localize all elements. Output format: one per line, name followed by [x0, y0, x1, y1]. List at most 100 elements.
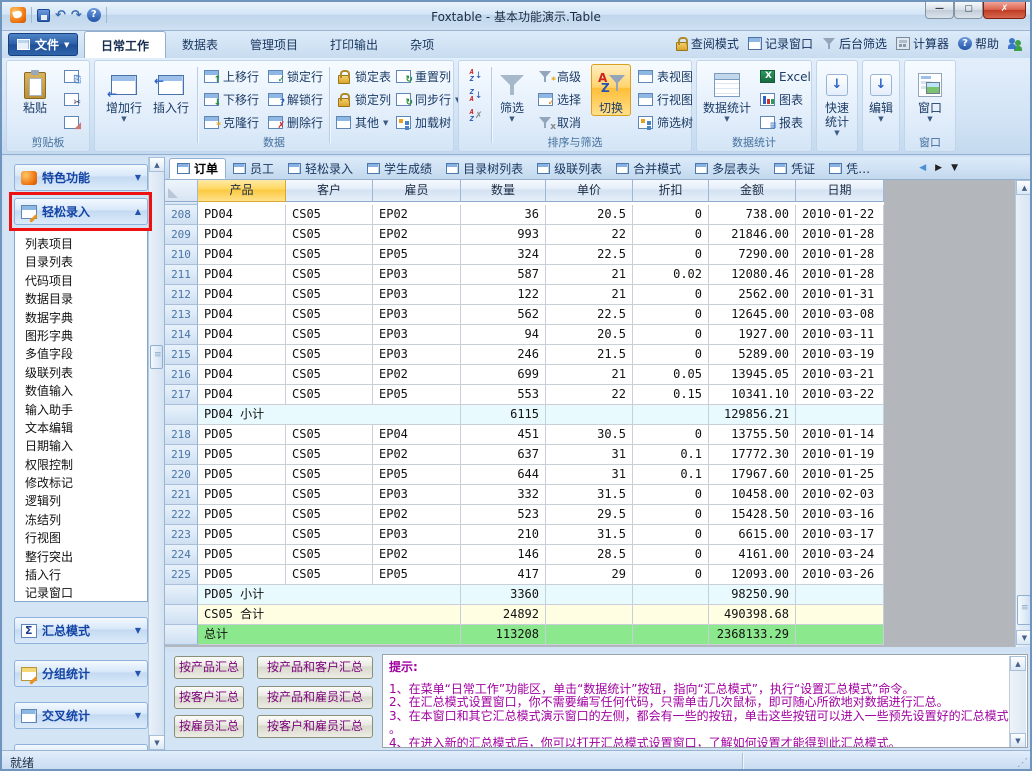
- sidebar-group-special-features[interactable]: 特色功能▼: [14, 164, 148, 191]
- summary-qty-cell[interactable]: 113208: [461, 625, 546, 645]
- row-number[interactable]: 223: [165, 525, 198, 545]
- table-cell[interactable]: 644: [461, 465, 546, 485]
- table-cell[interactable]: 0.02: [633, 265, 709, 285]
- edit-button[interactable]: 编辑▼: [865, 64, 897, 124]
- table-cell[interactable]: [546, 585, 633, 605]
- table-cell[interactable]: 210: [461, 525, 546, 545]
- table-tab[interactable]: 凭证: [767, 158, 822, 179]
- table-cell[interactable]: 587: [461, 265, 546, 285]
- sidebar-item[interactable]: 权限控制: [15, 456, 147, 474]
- table-cell[interactable]: 2010-03-21: [796, 365, 884, 385]
- table-cell[interactable]: PD05: [198, 545, 286, 565]
- summary-qty-cell[interactable]: 24892: [461, 605, 546, 625]
- table-cell[interactable]: CS05: [286, 285, 373, 305]
- sidebar-item[interactable]: 数值输入: [15, 382, 147, 400]
- table-cell[interactable]: 1927.00: [709, 325, 796, 345]
- ribbon-button[interactable]: ↻同步行▼: [393, 89, 463, 110]
- table-cell[interactable]: [546, 625, 633, 645]
- table-cell[interactable]: 21: [546, 265, 633, 285]
- minimize-button[interactable]: —: [925, 2, 954, 19]
- scroll-down-icon[interactable]: ▼: [1016, 630, 1032, 645]
- table-cell[interactable]: CS05: [286, 365, 373, 385]
- table-cell[interactable]: 0: [633, 505, 709, 525]
- sidebar-group-cross-stats[interactable]: 交叉统计▼: [14, 702, 148, 729]
- ribbon-button[interactable]: 行视图: [635, 89, 696, 110]
- table-cell[interactable]: 17772.30: [709, 445, 796, 465]
- column-header[interactable]: 日期: [796, 180, 884, 202]
- sidebar-item[interactable]: 行视图: [15, 529, 147, 547]
- row-number[interactable]: 224: [165, 545, 198, 565]
- summary-label-cell[interactable]: 总计: [198, 625, 461, 645]
- table-cell[interactable]: CS05: [286, 485, 373, 505]
- add-row-button[interactable]: 增加行▼: [101, 64, 147, 124]
- column-header[interactable]: 单价: [546, 180, 633, 202]
- people-icon[interactable]: [1008, 37, 1022, 50]
- column-header[interactable]: 产品: [198, 180, 286, 202]
- table-cell[interactable]: PD05: [198, 565, 286, 585]
- ribbon-button[interactable]: 加载树: [393, 112, 463, 133]
- table-cell[interactable]: CS05: [286, 545, 373, 565]
- column-header[interactable]: 客户: [286, 180, 373, 202]
- summary-button[interactable]: 按产品汇总: [174, 656, 244, 679]
- sidebar-item[interactable]: 日期输入: [15, 437, 147, 455]
- row-number[interactable]: 225: [165, 565, 198, 585]
- table-cell[interactable]: 2010-01-28: [796, 245, 884, 265]
- row-number[interactable]: 211: [165, 265, 198, 285]
- table-cell[interactable]: CS05: [286, 385, 373, 405]
- table-cell[interactable]: 21.5: [546, 345, 633, 365]
- sidebar-item[interactable]: 多值字段: [15, 345, 147, 363]
- table-cell[interactable]: 0.1: [633, 465, 709, 485]
- row-number[interactable]: 210: [165, 245, 198, 265]
- table-tab[interactable]: 订单: [169, 158, 226, 179]
- table-cell[interactable]: 2010-01-28: [796, 265, 884, 285]
- table-cell[interactable]: 2010-03-19: [796, 345, 884, 365]
- table-cell[interactable]: 31: [546, 465, 633, 485]
- sidebar-group-summary-mode[interactable]: 汇总模式▼: [14, 617, 148, 644]
- table-cell[interactable]: PD04: [198, 225, 286, 245]
- table-cell[interactable]: 738.00: [709, 205, 796, 225]
- toolbar-button[interactable]: 计算器: [896, 35, 949, 52]
- row-number[interactable]: [165, 625, 198, 645]
- summary-button[interactable]: 按客户和雇员汇总: [257, 715, 373, 738]
- paste-button[interactable]: 粘贴: [15, 64, 55, 116]
- summary-amount-cell[interactable]: 98250.90: [709, 585, 796, 605]
- scroll-up-icon[interactable]: ▲: [149, 157, 165, 172]
- table-cell[interactable]: [633, 405, 709, 425]
- summary-qty-cell[interactable]: 6115: [461, 405, 546, 425]
- tips-scrollbar[interactable]: ▲ ▼: [1009, 656, 1026, 748]
- table-cell[interactable]: 20.5: [546, 325, 633, 345]
- row-number[interactable]: 214: [165, 325, 198, 345]
- toolbar-button[interactable]: 记录窗口: [748, 35, 813, 52]
- table-tab[interactable]: 目录树列表: [439, 158, 530, 179]
- table-cell[interactable]: 993: [461, 225, 546, 245]
- table-cell[interactable]: 246: [461, 345, 546, 365]
- table-cell[interactable]: [546, 605, 633, 625]
- table-cell[interactable]: [796, 585, 884, 605]
- table-tab[interactable]: 多层表头: [688, 158, 767, 179]
- table-tab[interactable]: 级联列表: [530, 158, 609, 179]
- table-cell[interactable]: EP02: [373, 445, 461, 465]
- scroll-down-icon[interactable]: ▼: [149, 735, 165, 750]
- row-number[interactable]: [165, 605, 198, 625]
- table-cell[interactable]: PD04: [198, 265, 286, 285]
- sidebar-item[interactable]: 冻结列: [15, 511, 147, 529]
- table-cell[interactable]: PD04: [198, 285, 286, 305]
- grid-scrollbar[interactable]: ▲ ▼: [1015, 180, 1032, 647]
- table-cell[interactable]: 21: [546, 365, 633, 385]
- sidebar-item[interactable]: 整行突出: [15, 548, 147, 566]
- table-cell[interactable]: 417: [461, 565, 546, 585]
- table-cell[interactable]: PD04: [198, 205, 286, 225]
- summary-button[interactable]: 按产品和客户汇总: [257, 656, 373, 679]
- table-tab[interactable]: 员工: [226, 158, 281, 179]
- table-cell[interactable]: 31.5: [546, 485, 633, 505]
- table-cell[interactable]: 0: [633, 225, 709, 245]
- table-cell[interactable]: 2010-03-16: [796, 505, 884, 525]
- column-header[interactable]: 折扣: [633, 180, 709, 202]
- table-cell[interactable]: EP03: [373, 305, 461, 325]
- table-cell[interactable]: CS05: [286, 325, 373, 345]
- table-cell[interactable]: PD05: [198, 465, 286, 485]
- window-button[interactable]: 窗口▼: [909, 64, 951, 124]
- copy-button[interactable]: ⎘: [61, 66, 82, 87]
- sidebar-item[interactable]: 插入行: [15, 566, 147, 584]
- table-cell[interactable]: 17967.60: [709, 465, 796, 485]
